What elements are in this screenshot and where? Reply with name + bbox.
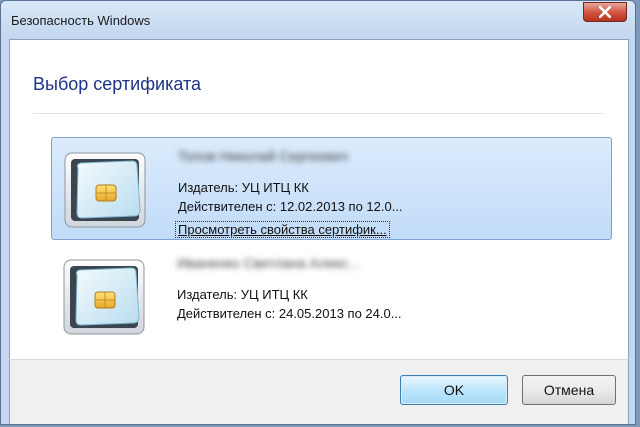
- certificate-validity: Действителен с: 24.05.2013 по 24.0...: [177, 306, 402, 321]
- certificate-subject-name: Иваненко Светлана Алекс...: [177, 255, 360, 271]
- smartcard-icon: [63, 259, 145, 335]
- ok-button[interactable]: OK: [400, 375, 508, 405]
- dialog-footer: OK Отмена: [9, 359, 629, 424]
- certificate-issuer: Издатель: УЦ ИТЦ КК: [177, 287, 308, 302]
- heading-divider: [33, 113, 603, 114]
- window-title: Безопасность Windows: [11, 13, 151, 28]
- title-bar[interactable]: Безопасность Windows: [1, 1, 635, 39]
- smartcard-icon: [64, 152, 146, 228]
- cancel-button[interactable]: Отмена: [522, 375, 616, 405]
- dialog-heading: Выбор сертификата: [33, 74, 202, 94]
- certificate-item-1[interactable]: Топов Николай Сергеевич Издатель: УЦ ИТЦ…: [51, 137, 612, 240]
- close-icon: [599, 6, 611, 18]
- security-dialog-window: Безопасность Windows Выбор сертификата Т…: [0, 0, 636, 425]
- close-button[interactable]: [583, 2, 627, 22]
- dialog-content: Выбор сертификата Топов Николай Сергееви…: [9, 39, 629, 360]
- certificate-item-2[interactable]: Иваненко Светлана Алекс... Издатель: УЦ …: [51, 245, 612, 348]
- view-certificate-properties-link[interactable]: Просмотреть свойства сертифик...: [175, 221, 390, 238]
- certificate-validity: Действителен с: 12.02.2013 по 12.0...: [178, 199, 403, 214]
- certificate-issuer: Издатель: УЦ ИТЦ КК: [178, 180, 309, 195]
- certificate-subject-name: Топов Николай Сергеевич: [178, 148, 348, 164]
